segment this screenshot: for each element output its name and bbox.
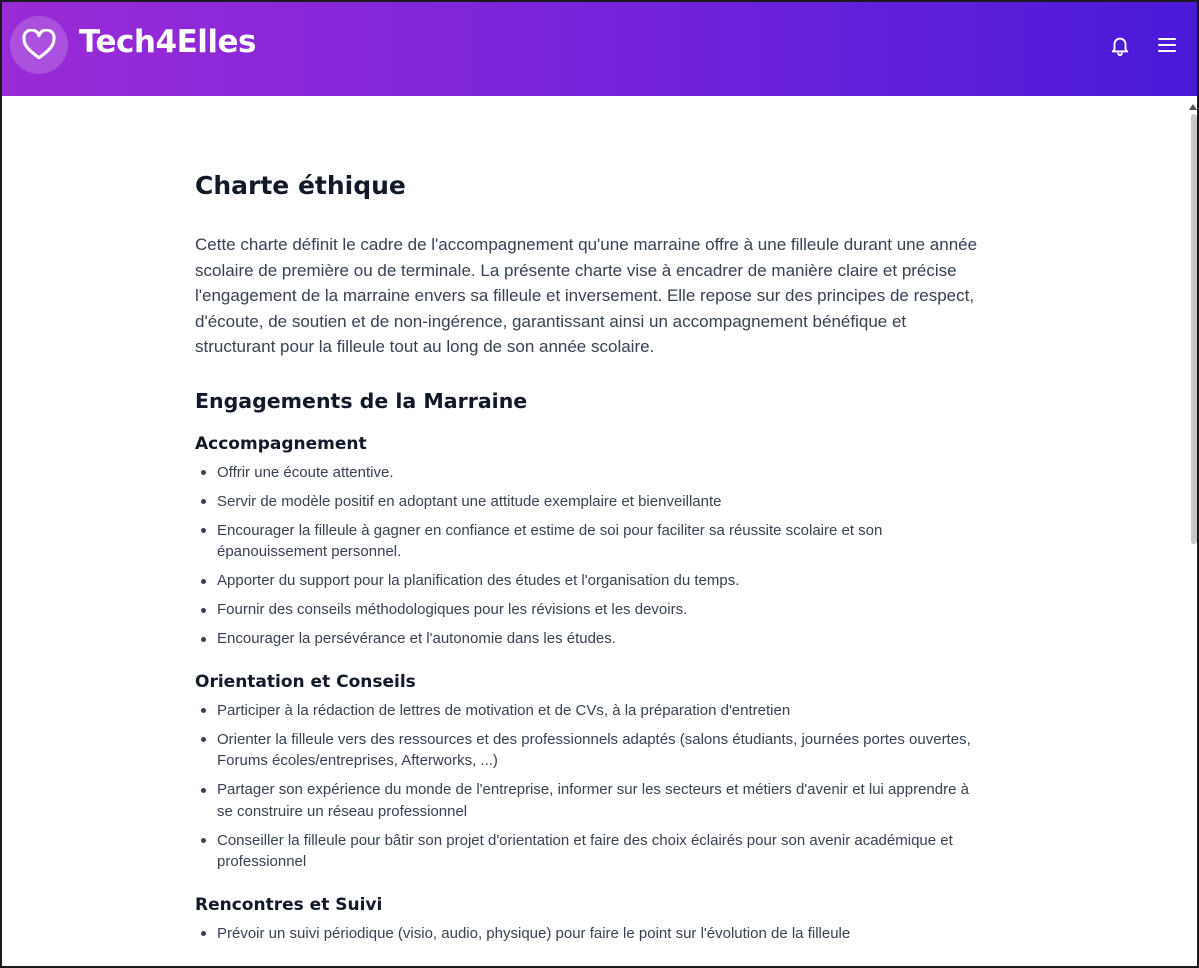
list-rencontres: Prévoir un suivi périodique (visio, audi… [195, 923, 985, 945]
list-item: Partager son expérience du monde de l'en… [195, 779, 985, 822]
list-item: Fournir des conseils méthodologiques pou… [195, 599, 985, 621]
section-title: Engagements de la Marraine [195, 388, 528, 413]
list-item: Participer à la rédaction de lettres de … [195, 700, 985, 722]
list-item: Prévoir un suivi périodique (visio, audi… [195, 923, 985, 945]
list-item: Offrir une écoute attentive. [195, 462, 985, 484]
subsection-title-accompagnement: Accompagnement [195, 433, 367, 454]
list-accompagnement: Offrir une écoute attentive. Servir de m… [195, 462, 985, 650]
list-item: Servir de modèle positif en adoptant une… [195, 491, 985, 513]
subsection-title-rencontres: Rencontres et Suivi [195, 894, 383, 915]
charter-content: Charte éthique Cette charte définit le c… [195, 168, 985, 964]
bell-icon[interactable] [1108, 33, 1132, 57]
list-item: Encourager la filleule à gagner en confi… [195, 520, 985, 563]
page-title: Charte éthique [195, 171, 406, 200]
subsection-title-orientation: Orientation et Conseils [195, 671, 416, 692]
list-item: Orienter la filleule vers des ressources… [195, 729, 985, 772]
brand-name[interactable]: Tech4Elles [79, 24, 256, 60]
hamburger-menu-icon[interactable] [1155, 33, 1179, 57]
scroll-up-arrow[interactable] [1189, 98, 1197, 110]
list-orientation: Participer à la rédaction de lettres de … [195, 700, 985, 873]
list-item: Apporter du support pour la planificatio… [195, 570, 985, 592]
list-item: Encourager la persévérance et l'autonomi… [195, 628, 985, 650]
intro-paragraph: Cette charte définit le cadre de l'accom… [195, 235, 978, 357]
app-header: Tech4Elles [2, 2, 1197, 96]
scrollbar-thumb[interactable] [1191, 114, 1197, 544]
heart-icon[interactable] [10, 16, 68, 74]
list-item: Conseiller la filleule pour bâtir son pr… [195, 830, 985, 873]
